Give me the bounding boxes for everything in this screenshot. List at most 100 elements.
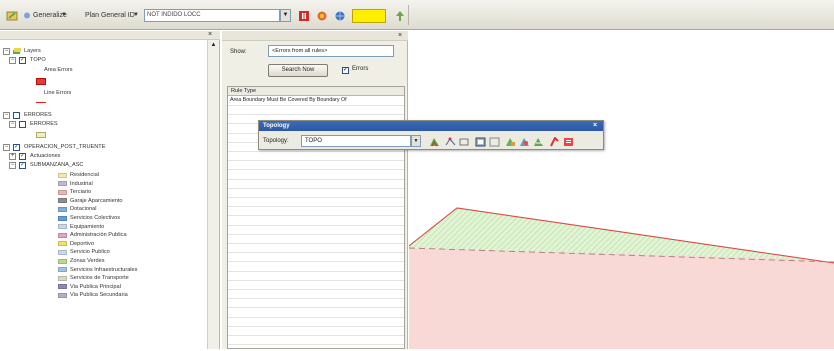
topology-titlebar[interactable]: Topology ×	[259, 121, 603, 131]
layer-label-submanzana: SUBMANZANA_ASC	[30, 162, 84, 168]
color-swatch[interactable]	[352, 9, 386, 23]
toc-scrollbar[interactable]: ▲	[207, 40, 219, 349]
layer-label-topo: TOPO	[30, 57, 46, 63]
grid-line	[228, 105, 404, 106]
error-tool-icon[interactable]	[549, 137, 560, 147]
legend-swatch	[58, 275, 67, 281]
topology-edit-icon[interactable]	[429, 137, 440, 147]
expander[interactable]: −	[9, 121, 16, 128]
legend-swatch	[58, 249, 67, 255]
legend-swatch	[58, 181, 67, 187]
grid-line	[228, 206, 404, 208]
legend-label: Servicios Infraestructurales	[70, 266, 138, 273]
show-label: Show:	[230, 49, 247, 55]
grid-line	[228, 187, 404, 189]
legend-label: Servicios Colectivos	[70, 215, 121, 221]
legend-label: Via Publica Secundaria	[70, 292, 128, 299]
expander[interactable]: −	[3, 144, 10, 151]
legend-swatch	[58, 224, 67, 230]
scroll-up-icon[interactable]: ▲	[209, 41, 218, 50]
expander[interactable]: −	[3, 48, 10, 55]
legend-label: Administración Publica	[70, 232, 127, 239]
stop-icon[interactable]	[296, 8, 310, 24]
legend-swatch	[58, 206, 67, 212]
layer-label-line-errors: Line Errors	[44, 90, 72, 96]
grid-line	[228, 335, 404, 336]
plan-general-menu[interactable]: Plan General ID ▼	[82, 8, 142, 24]
layer-combo[interactable]: NOT INDIDO LOCC	[144, 9, 280, 22]
arrow-icon[interactable]	[392, 8, 406, 24]
legend-label: Equipamiento	[70, 223, 105, 230]
show-select[interactable]: <Errors from all rules>	[268, 45, 394, 57]
layer-checkbox[interactable]: ✓	[19, 153, 26, 160]
grid-line	[228, 252, 404, 254]
legend-label: Residencial	[70, 172, 99, 178]
grid-line	[228, 197, 404, 198]
layer-label-actuaciones: Actuaciones	[30, 153, 61, 159]
expander[interactable]: −	[9, 57, 16, 64]
grid-line	[228, 224, 404, 226]
topology-select[interactable]: TOPO	[301, 135, 411, 147]
close-icon[interactable]: ×	[208, 31, 212, 39]
toc-titlebar: ×	[0, 31, 220, 40]
error-report-icon[interactable]	[563, 137, 574, 147]
legend-line-swatch	[36, 102, 46, 103]
validate-extent-icon[interactable]	[475, 137, 486, 147]
layer-checkbox[interactable]: ✓	[19, 162, 26, 169]
grid-line	[228, 325, 404, 327]
grid-line	[228, 178, 404, 180]
combo-dropdown-button[interactable]: ▼	[280, 9, 291, 22]
topology-label: Topology:	[263, 138, 289, 144]
expander[interactable]: +	[9, 153, 16, 160]
map-view[interactable]	[408, 31, 834, 349]
layer-label-errores: ERRORES	[24, 112, 52, 118]
layer-checkbox[interactable]: ✓	[19, 57, 26, 64]
generalize-menu[interactable]: Generalize ▼	[22, 8, 68, 24]
grid-line	[228, 243, 404, 244]
layer-checkbox[interactable]: ✓	[13, 144, 20, 151]
close-icon[interactable]: ×	[398, 31, 402, 40]
expander[interactable]: −	[3, 112, 10, 119]
grid-line	[228, 169, 404, 171]
chevron-down-icon: ▼	[133, 12, 139, 18]
error-inspector-icon[interactable]	[519, 137, 530, 147]
select-edge-icon[interactable]	[459, 137, 470, 147]
column-header[interactable]: Rule Type	[228, 87, 404, 96]
table-row[interactable]: Area Boundary Must Be Covered By Boundar…	[228, 96, 404, 105]
grid-line	[228, 114, 404, 116]
show-shared-icon[interactable]	[445, 137, 456, 147]
validate-visible-icon[interactable]	[489, 137, 500, 147]
grid-line	[228, 160, 404, 162]
fix-topology-icon[interactable]	[505, 137, 516, 147]
legend-label: Zonas Verdes	[70, 258, 105, 264]
layer-label-area-errors: Area Errors	[44, 67, 73, 73]
topology-rules-icon[interactable]	[533, 137, 544, 147]
topology-toolbar: Topology × Topology: TOPO ▼	[258, 120, 604, 150]
expander[interactable]: −	[9, 162, 16, 169]
topology-title: Topology	[263, 123, 290, 129]
validate-icon[interactable]	[314, 8, 328, 24]
layers-icon	[13, 48, 21, 54]
close-icon[interactable]: ×	[593, 121, 597, 131]
errors-label: Errors	[352, 66, 369, 72]
layer-label-operacion: OPERACION_POST_TRUENTE	[24, 144, 106, 150]
legend-label: Industrial	[70, 180, 93, 187]
grid-line	[228, 261, 404, 263]
search-now-button[interactable]: Search Now	[268, 64, 328, 77]
legend-swatch	[58, 267, 67, 273]
globe-icon[interactable]	[332, 8, 346, 24]
legend-label: Via Publica Principal	[70, 283, 121, 290]
chevron-down-icon[interactable]: ▼	[411, 135, 421, 147]
map-canvas	[408, 207, 834, 349]
layer-checkbox[interactable]	[13, 112, 20, 119]
layer-checkbox[interactable]	[19, 121, 26, 128]
grid-line	[228, 279, 404, 281]
legend-swatch	[58, 172, 67, 178]
grid-line	[228, 151, 404, 152]
legend-swatch	[58, 292, 67, 298]
legend-label: Dotacional	[70, 206, 97, 213]
editor-icon[interactable]	[4, 8, 18, 24]
toc-root-label: Layers	[24, 48, 41, 54]
errors-checkbox[interactable]: ✓	[342, 67, 349, 74]
legend-swatch	[58, 241, 67, 247]
